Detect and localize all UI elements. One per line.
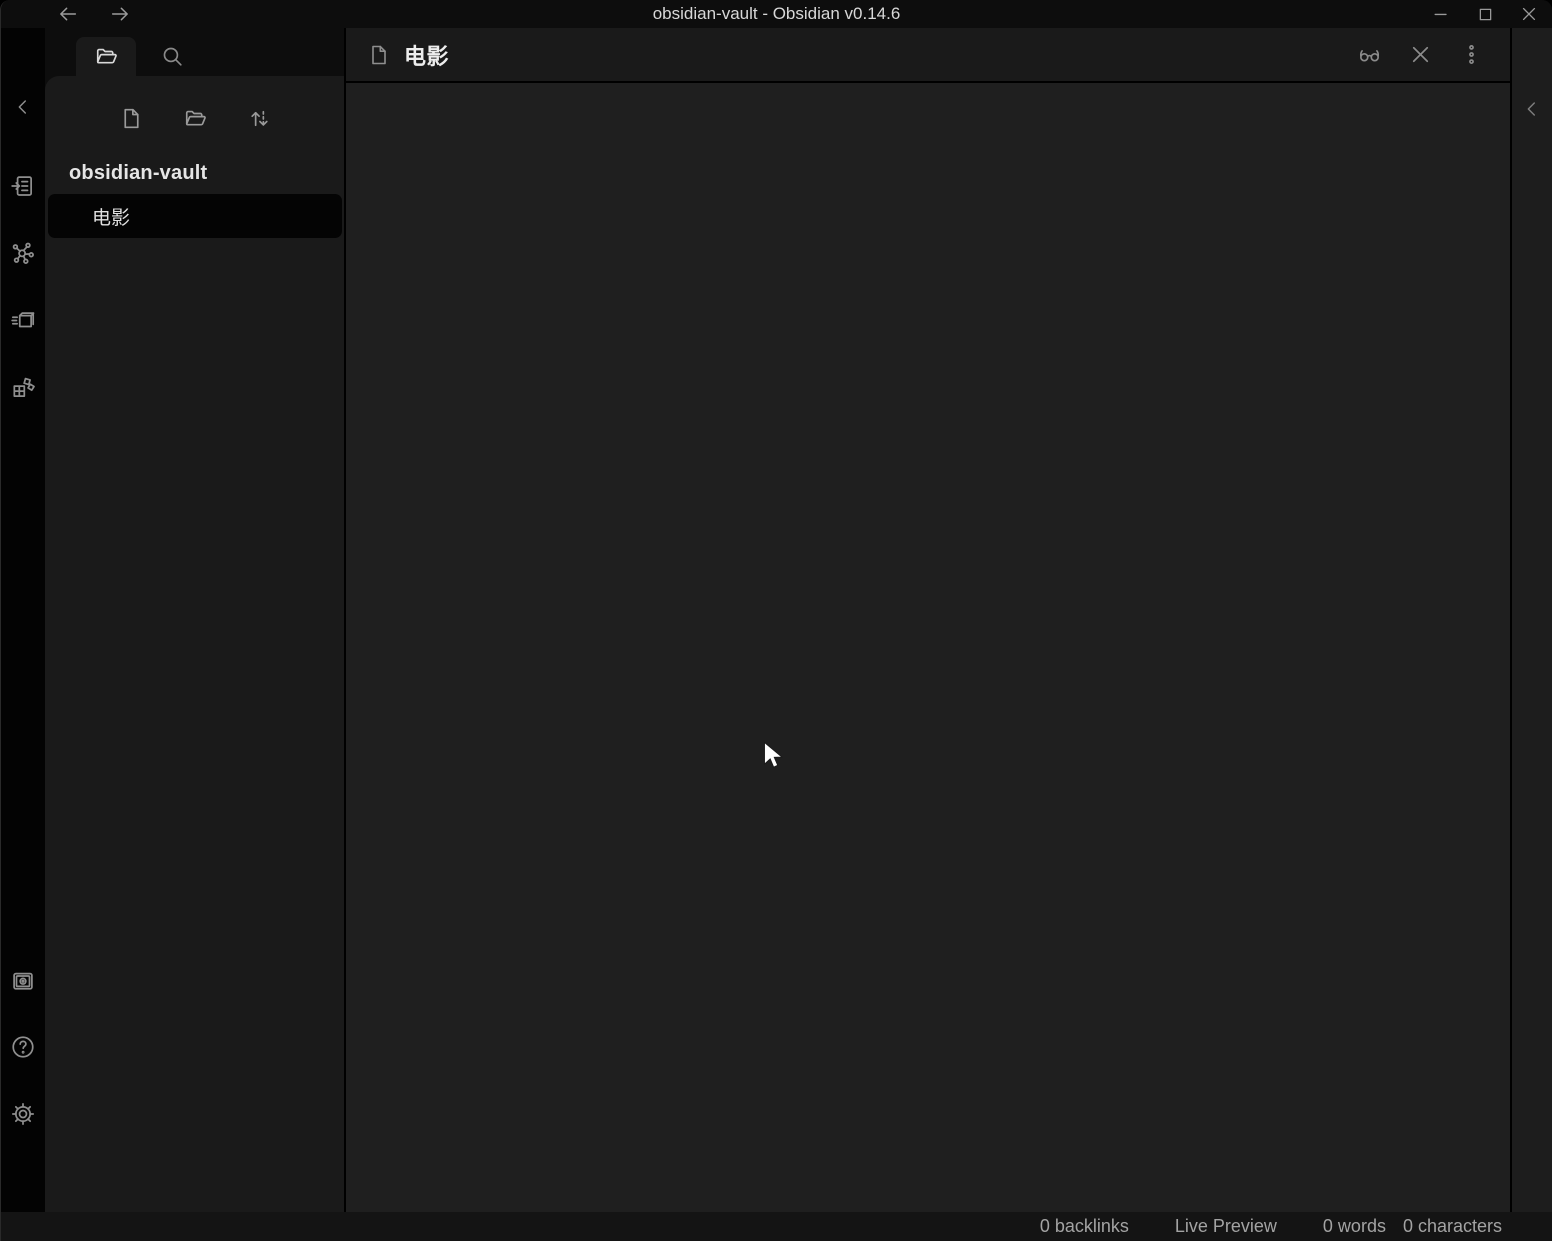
new-note-button[interactable]	[117, 104, 145, 132]
titlebar: obsidian-vault - Obsidian v0.14.6	[1, 0, 1552, 28]
close-icon	[1519, 4, 1539, 24]
random-note-icon	[10, 374, 36, 400]
status-word-count: 0 words	[1323, 1216, 1386, 1237]
window-title: obsidian-vault - Obsidian v0.14.6	[653, 0, 901, 28]
statusbar: 0 backlinks Live Preview 0 words 0 chara…	[1, 1212, 1552, 1241]
vault-icon	[10, 968, 36, 994]
close-pane-button[interactable]	[1405, 40, 1435, 70]
chevron-left-icon	[1521, 98, 1543, 120]
settings-button[interactable]	[6, 1097, 40, 1131]
status-character-count: 0 characters	[1403, 1216, 1502, 1237]
graph-view-icon	[10, 240, 36, 266]
vault-title: obsidian-vault	[69, 162, 344, 185]
graph-view-button[interactable]	[6, 236, 40, 270]
daily-note-icon	[10, 307, 36, 333]
minimize-icon	[1431, 4, 1451, 24]
minimize-button[interactable]	[1426, 2, 1456, 26]
new-folder-icon	[183, 106, 208, 131]
glasses-icon	[1357, 42, 1382, 67]
maximize-icon	[1476, 5, 1495, 24]
file-explorer-panel: obsidian-vault 电影	[45, 76, 344, 1212]
new-folder-button[interactable]	[181, 104, 209, 132]
left-ribbon	[1, 28, 45, 1212]
help-button[interactable]	[6, 1030, 40, 1064]
collapse-left-sidebar-button[interactable]	[6, 90, 40, 124]
chevron-left-icon	[12, 96, 34, 118]
folder-icon	[94, 44, 119, 69]
search-icon	[160, 44, 185, 69]
more-options-icon	[1459, 42, 1484, 67]
editor-content[interactable]	[346, 83, 1510, 1212]
tab-search[interactable]	[142, 37, 202, 76]
close-icon	[1408, 42, 1433, 67]
forward-button[interactable]	[105, 2, 135, 26]
quick-switcher-icon	[10, 173, 36, 199]
quick-switcher-button[interactable]	[6, 169, 40, 203]
main-area: obsidian-vault 电影 电影	[1, 28, 1552, 1212]
new-note-icon	[119, 106, 144, 131]
window-controls	[1426, 0, 1544, 28]
status-backlinks[interactable]: 0 backlinks	[1040, 1216, 1129, 1237]
gear-icon	[10, 1101, 36, 1127]
expand-right-sidebar-button[interactable]	[1515, 92, 1549, 126]
sort-order-button[interactable]	[245, 104, 273, 132]
view-actions	[1354, 40, 1486, 70]
mouse-cursor	[763, 741, 784, 771]
view-header: 电影	[346, 28, 1510, 83]
history-nav	[53, 0, 135, 28]
explorer-actions	[45, 76, 344, 132]
note-title[interactable]: 电影	[404, 39, 449, 71]
close-window-button[interactable]	[1514, 2, 1544, 26]
more-options-button[interactable]	[1456, 40, 1486, 70]
back-button[interactable]	[53, 2, 83, 26]
tab-file-explorer[interactable]	[76, 37, 136, 76]
status-editor-mode[interactable]: Live Preview	[1175, 1216, 1277, 1237]
file-item-selected[interactable]: 电影	[48, 194, 342, 238]
editor-pane: 电影	[346, 28, 1510, 1212]
right-sidebar-collapsed	[1510, 28, 1552, 1212]
sort-order-icon	[247, 106, 272, 131]
vault-switcher-button[interactable]	[6, 964, 40, 998]
help-icon	[10, 1034, 36, 1060]
sidebar-tabstrip	[45, 28, 344, 76]
maximize-button[interactable]	[1470, 2, 1500, 26]
random-note-button[interactable]	[6, 370, 40, 404]
arrow-left-icon	[57, 3, 79, 25]
reading-view-button[interactable]	[1354, 40, 1384, 70]
left-sidebar: obsidian-vault 电影	[45, 28, 344, 1212]
obsidian-window: obsidian-vault - Obsidian v0.14.6	[0, 0, 1552, 1241]
note-file-icon	[367, 43, 391, 67]
daily-note-button[interactable]	[6, 303, 40, 337]
arrow-right-icon	[109, 3, 131, 25]
